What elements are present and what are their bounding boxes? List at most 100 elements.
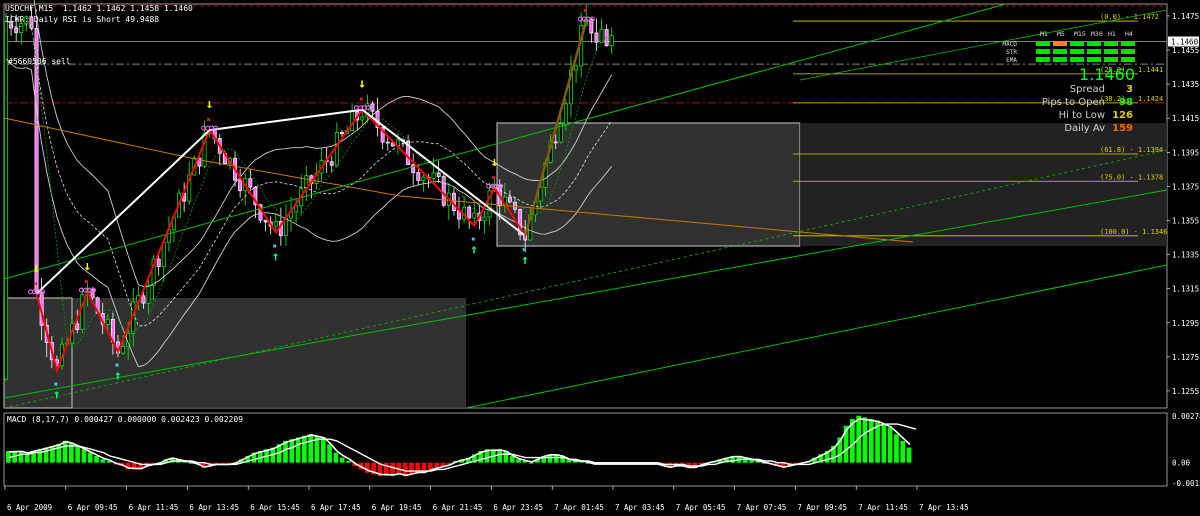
- macd-bar: [87, 452, 93, 463]
- candle-body: [146, 285, 151, 304]
- macd-y-tick-2: -0.00121: [1172, 479, 1200, 488]
- macd-bar: [906, 447, 912, 463]
- candle-body: [431, 172, 436, 179]
- swing-high-x: ✖: [359, 96, 363, 104]
- candle-body: [121, 346, 126, 354]
- x-tick-label-3: 6 Apr 13:45: [189, 503, 239, 512]
- signal-cell: [1036, 41, 1050, 46]
- x-tick-label-0: 6 Apr 2009: [7, 503, 52, 512]
- y-tick-label-7: 1.1335: [1172, 251, 1199, 260]
- candle-body: [360, 116, 365, 121]
- macd-bar: [868, 419, 874, 463]
- macd-bar: [302, 435, 307, 463]
- x-tick-label-9: 7 Apr 01:45: [554, 503, 604, 512]
- signal-cell: [1053, 49, 1067, 54]
- macd-bar: [18, 450, 24, 463]
- swing-high-x: ✖: [84, 278, 88, 286]
- y-tick-label-10: 1.1275: [1172, 353, 1199, 362]
- x-tick-label-5: 6 Apr 17:45: [311, 503, 361, 512]
- candle-body: [263, 219, 268, 223]
- y-tick-label-4: 1.1395: [1172, 148, 1199, 157]
- candle-body: [273, 220, 278, 227]
- swing-high-arrow: ↓: [582, 0, 590, 3]
- macd-bar: [409, 462, 414, 475]
- macd-bar: [881, 424, 887, 463]
- candle-body: [513, 201, 517, 210]
- swing-high-arrow: ↓: [491, 155, 499, 170]
- macd-bar: [887, 427, 893, 463]
- signal-cell: [1036, 49, 1050, 54]
- candle-body: [329, 161, 334, 166]
- rsi-status: ICWR: Daily RSI is Short 49.9488: [5, 15, 160, 24]
- x-tick-label-10: 7 Apr 03:45: [615, 503, 665, 512]
- signal-cell: [1087, 49, 1101, 54]
- macd-bar: [320, 437, 326, 463]
- macd-bar: [308, 434, 314, 463]
- order-label: #5660506 sell: [8, 57, 71, 66]
- signal-row-label-2: EMA: [1006, 57, 1017, 64]
- macd-bar: [94, 455, 99, 463]
- signal-col-1: M5: [1057, 30, 1065, 38]
- candle-body: [4, 20, 8, 380]
- candle-body: [370, 103, 375, 112]
- candle-body: [156, 258, 161, 268]
- info-row-label-0: Spread: [1070, 84, 1105, 95]
- swing-dot: [28, 289, 34, 295]
- info-row-value-0: 3: [1126, 84, 1133, 95]
- signal-row-label-0: MACD: [1003, 41, 1018, 48]
- signal-cell: [1121, 57, 1135, 62]
- swing-dot: [353, 105, 359, 111]
- signal-col-3: M30: [1091, 30, 1103, 38]
- candle-body: [141, 295, 146, 304]
- current-price-label: 1.1460: [1171, 38, 1199, 47]
- candle-body: [467, 206, 472, 219]
- swing-low-arrow: ↑: [114, 369, 122, 384]
- swing-high-arrow: ↓: [83, 259, 91, 274]
- candle-body: [339, 132, 344, 135]
- macd-bar: [37, 449, 43, 463]
- y-tick-label-1: 1.1455: [1172, 46, 1199, 55]
- candle-body: [105, 319, 110, 325]
- candle-body: [574, 65, 579, 71]
- y-tick-label-3: 1.1415: [1172, 114, 1199, 123]
- info-row-label-1: Pips to Open: [1042, 97, 1105, 108]
- candle-body: [75, 323, 80, 331]
- swing-dot: [78, 287, 84, 293]
- y-tick-label-2: 1.1435: [1172, 80, 1199, 89]
- signal-cell: [1070, 57, 1084, 62]
- x-tick-label-7: 6 Apr 21:45: [433, 503, 483, 512]
- signal-cell: [1036, 57, 1050, 62]
- swing-low-arrow: ↑: [53, 387, 61, 402]
- chart-root: (0.0) - 1.1472(25.0) - 1.1441(38.2) - 1.…: [0, 0, 1200, 516]
- swing-high-arrow: ↓: [206, 97, 214, 112]
- candle-body: [451, 192, 456, 211]
- signal-row-label-1: STR: [1006, 49, 1017, 56]
- info-row-value-1: 98: [1119, 97, 1133, 108]
- macd-bar: [333, 452, 339, 463]
- macd-bar: [428, 462, 433, 470]
- signal-cell: [1104, 57, 1118, 62]
- fib-label-4: (75.0) - 1.1378: [1100, 173, 1163, 181]
- macd-bar: [81, 449, 87, 463]
- swing-low-arrow: ↑: [272, 249, 280, 264]
- candle-body: [248, 178, 253, 188]
- x-tick-label-11: 7 Apr 05:45: [676, 503, 726, 512]
- x-tick-label-14: 7 Apr 11:45: [858, 503, 908, 512]
- candle-body: [238, 179, 243, 192]
- signal-cell: [1070, 41, 1084, 46]
- macd-bar: [62, 440, 68, 463]
- macd-bar: [327, 444, 332, 463]
- x-tick-label-6: 6 Apr 19:45: [372, 503, 422, 512]
- candle-body: [416, 172, 421, 181]
- candle-body: [482, 216, 487, 222]
- info-row-label-3: Daily Av: [1064, 123, 1105, 134]
- swing-high-x: ✖: [34, 280, 38, 288]
- info-row-value-3: 159: [1112, 123, 1133, 134]
- y-tick-label-0: 1.1475: [1172, 12, 1199, 21]
- candle-body: [411, 164, 416, 173]
- candle-body: [553, 141, 558, 144]
- swing-high-x: ✖: [207, 116, 211, 124]
- macd-y-tick-1: 0.00: [1172, 459, 1191, 468]
- signal-cell: [1070, 49, 1084, 54]
- x-tick-label-1: 6 Apr 09:45: [68, 503, 118, 512]
